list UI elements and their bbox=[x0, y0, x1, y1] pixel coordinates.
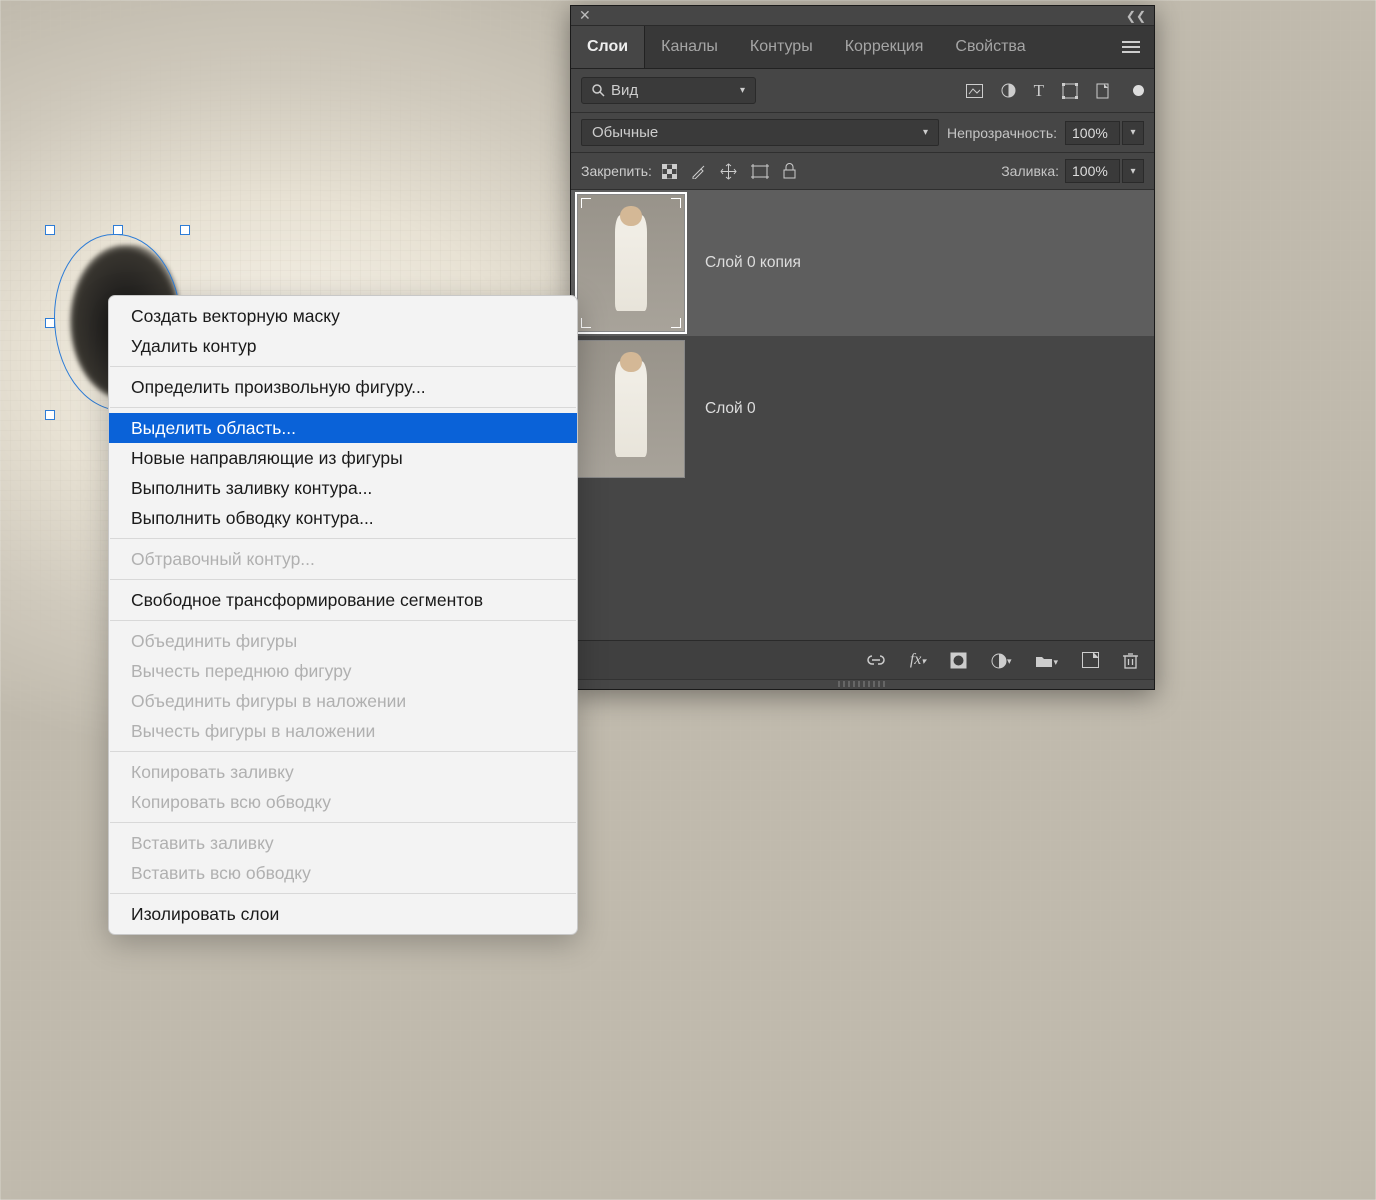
chevron-down-icon: ▾ bbox=[740, 85, 745, 96]
context-menu-item[interactable]: Создать векторную маску bbox=[109, 301, 577, 331]
close-icon[interactable]: ✕ bbox=[571, 7, 599, 24]
new-layer-icon[interactable] bbox=[1082, 652, 1099, 668]
tab-adjustments[interactable]: Коррекция bbox=[829, 26, 940, 68]
lock-label: Закрепить: bbox=[581, 163, 652, 179]
menu-divider bbox=[110, 407, 576, 408]
filter-pixel-icon[interactable] bbox=[966, 84, 983, 98]
lock-transparency-icon[interactable] bbox=[662, 164, 677, 179]
delete-layer-icon[interactable] bbox=[1123, 652, 1138, 669]
transform-handle-tr[interactable] bbox=[180, 225, 190, 235]
lock-fill-row: Закрепить: Заливка: 100% ▾ bbox=[571, 153, 1154, 190]
path-context-menu: Создать векторную маскуУдалить контур Опр… bbox=[108, 295, 578, 935]
menu-divider bbox=[110, 822, 576, 823]
add-mask-icon[interactable] bbox=[950, 652, 967, 669]
context-menu-item[interactable]: Определить произвольную фигуру... bbox=[109, 372, 577, 402]
fill-input[interactable]: 100% bbox=[1065, 159, 1120, 183]
filter-shape-icon[interactable] bbox=[1062, 83, 1078, 99]
context-menu-item[interactable]: Изолировать слои bbox=[109, 899, 577, 929]
transform-handle-bl[interactable] bbox=[45, 410, 55, 420]
layer-effects-icon[interactable]: fx▾ bbox=[910, 651, 926, 669]
layer-row[interactable]: Слой 0 bbox=[571, 336, 1154, 482]
context-menu-item: Вычесть переднюю фигуру bbox=[109, 656, 577, 686]
menu-divider bbox=[110, 620, 576, 621]
search-icon bbox=[592, 84, 605, 97]
menu-divider bbox=[110, 366, 576, 367]
filter-type-icon[interactable]: T bbox=[1034, 81, 1044, 101]
opacity-input[interactable]: 100% bbox=[1065, 121, 1120, 145]
context-menu-item: Обтравочный контур... bbox=[109, 544, 577, 574]
link-layers-icon[interactable] bbox=[866, 654, 886, 666]
new-group-icon[interactable]: ▾ bbox=[1035, 652, 1058, 669]
transform-handle-tc[interactable] bbox=[113, 225, 123, 235]
context-menu-item: Вставить заливку bbox=[109, 828, 577, 858]
layer-thumbnail[interactable] bbox=[577, 194, 685, 332]
menu-divider bbox=[110, 751, 576, 752]
opacity-chevron[interactable]: ▾ bbox=[1122, 121, 1144, 145]
tab-properties[interactable]: Свойства bbox=[939, 26, 1041, 68]
lock-pixels-icon[interactable] bbox=[691, 164, 706, 179]
lock-artboard-icon[interactable] bbox=[751, 164, 769, 179]
menu-divider bbox=[110, 893, 576, 894]
lock-all-icon[interactable] bbox=[783, 163, 796, 179]
context-menu-item[interactable]: Удалить контур bbox=[109, 331, 577, 361]
context-menu-item: Вычесть фигуры в наложении bbox=[109, 716, 577, 746]
fill-label: Заливка: bbox=[1001, 163, 1059, 179]
menu-divider bbox=[110, 579, 576, 580]
blend-mode-value: Обычные bbox=[592, 124, 658, 141]
filter-adjustment-icon[interactable] bbox=[1001, 83, 1016, 98]
panel-resize-grip[interactable] bbox=[571, 679, 1154, 689]
layer-name[interactable]: Слой 0 копия bbox=[691, 254, 801, 272]
adjustment-layer-icon[interactable]: ▾ bbox=[991, 651, 1012, 668]
layer-filter-dropdown[interactable]: Вид ▾ bbox=[581, 77, 756, 104]
context-menu-item: Объединить фигуры bbox=[109, 626, 577, 656]
context-menu-item: Вставить всю обводку bbox=[109, 858, 577, 888]
layer-name[interactable]: Слой 0 bbox=[691, 400, 756, 418]
filter-type-icons: T bbox=[966, 81, 1144, 101]
tab-channels[interactable]: Каналы bbox=[645, 26, 734, 68]
context-menu-item: Объединить фигуры в наложении bbox=[109, 686, 577, 716]
tab-layers[interactable]: Слои bbox=[571, 26, 645, 68]
layer-row[interactable]: Слой 0 копия bbox=[571, 190, 1154, 336]
chevron-down-icon: ▾ bbox=[923, 127, 928, 138]
panel-footer: fx▾ ▾ ▾ bbox=[571, 640, 1154, 679]
context-menu-item[interactable]: Свободное трансформирование сегментов bbox=[109, 585, 577, 615]
context-menu-item[interactable]: Выполнить обводку контура... bbox=[109, 503, 577, 533]
filter-smartobject-icon[interactable] bbox=[1096, 83, 1111, 99]
filter-toggle[interactable] bbox=[1133, 85, 1144, 96]
panel-titlebar[interactable]: ✕ ❮❮ bbox=[571, 6, 1154, 26]
transform-handle-ml[interactable] bbox=[45, 318, 55, 328]
menu-divider bbox=[110, 538, 576, 539]
context-menu-item[interactable]: Новые направляющие из фигуры bbox=[109, 443, 577, 473]
panel-tabs: Слои Каналы Контуры Коррекция Свойства bbox=[571, 26, 1154, 69]
tab-paths[interactable]: Контуры bbox=[734, 26, 829, 68]
blend-mode-dropdown[interactable]: Обычные ▾ bbox=[581, 119, 939, 146]
context-menu-item: Копировать заливку bbox=[109, 757, 577, 787]
layers-panel: ✕ ❮❮ Слои Каналы Контуры Коррекция Свойс… bbox=[570, 5, 1155, 690]
lock-position-icon[interactable] bbox=[720, 163, 737, 180]
panel-menu-icon[interactable] bbox=[1108, 40, 1154, 54]
transform-handle-tl[interactable] bbox=[45, 225, 55, 235]
filter-label: Вид bbox=[611, 82, 638, 99]
layers-list: Слой 0 копия Слой 0 bbox=[571, 190, 1154, 640]
context-menu-item: Копировать всю обводку bbox=[109, 787, 577, 817]
opacity-label: Непрозрачность: bbox=[947, 125, 1057, 141]
blend-opacity-row: Обычные ▾ Непрозрачность: 100% ▾ bbox=[571, 113, 1154, 153]
context-menu-item[interactable]: Выделить область... bbox=[109, 413, 577, 443]
layer-filter-row: Вид ▾ T bbox=[571, 69, 1154, 113]
context-menu-item[interactable]: Выполнить заливку контура... bbox=[109, 473, 577, 503]
collapse-icon[interactable]: ❮❮ bbox=[1118, 9, 1154, 23]
layer-thumbnail[interactable] bbox=[577, 340, 685, 478]
fill-chevron[interactable]: ▾ bbox=[1122, 159, 1144, 183]
